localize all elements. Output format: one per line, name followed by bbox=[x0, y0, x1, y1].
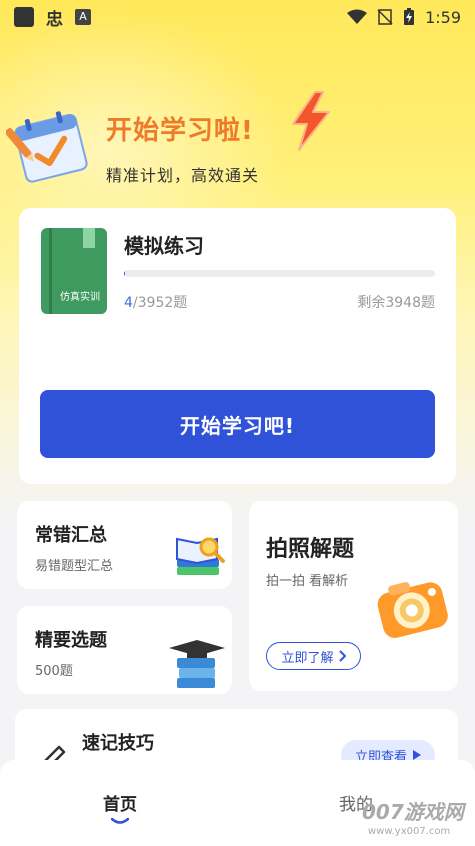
status-time: 1:59 bbox=[425, 7, 461, 27]
key-questions-tile[interactable]: 精要选题 500题 bbox=[17, 606, 232, 694]
book-cover-icon: 仿真实训 bbox=[41, 228, 107, 314]
progress-count: 4/3952题 bbox=[124, 292, 187, 312]
tab-home[interactable]: 首页 bbox=[80, 760, 160, 830]
common-errors-subtitle: 易错题型汇总 bbox=[35, 559, 114, 574]
learn-more-label: 立即了解 bbox=[281, 650, 334, 666]
photo-solve-title: 拍照解题 bbox=[266, 537, 355, 562]
memory-tips-title: 速记技巧 bbox=[82, 733, 154, 754]
progress-bar bbox=[124, 270, 435, 277]
book-label: 仿真实训 bbox=[60, 292, 100, 303]
hero-title: 开始学习啦! bbox=[106, 116, 254, 146]
calendar-check-icon bbox=[6, 111, 88, 183]
chevron-right-icon bbox=[338, 650, 346, 662]
lightning-bolt-icon bbox=[292, 91, 330, 151]
a-badge-icon: A bbox=[75, 9, 91, 25]
practice-card: 仿真实训 模拟练习 4/3952题 剩余3948题 开始学习吧! bbox=[19, 208, 456, 484]
remaining-count: 剩余3948题 bbox=[357, 295, 435, 311]
tab-home-label: 首页 bbox=[103, 795, 137, 815]
learn-more-button[interactable]: 立即了解 bbox=[266, 642, 361, 670]
play-arrow-icon bbox=[413, 750, 421, 760]
active-tab-indicator bbox=[111, 818, 129, 824]
status-bar: 忠 A 1:59 bbox=[0, 0, 475, 34]
watermark-logo: 007游戏网 bbox=[362, 800, 464, 824]
key-questions-subtitle: 500题 bbox=[35, 664, 73, 679]
app-square-icon bbox=[14, 7, 34, 27]
wifi-icon bbox=[347, 9, 368, 24]
photo-solve-tile[interactable]: 拍照解题 拍一拍 看解析 立即了解 bbox=[249, 501, 458, 691]
progress-total: /3952题 bbox=[132, 295, 188, 311]
books-graduation-cap-icon bbox=[169, 640, 225, 688]
camera-icon bbox=[377, 582, 448, 638]
book-magnifier-icon bbox=[176, 537, 225, 575]
photo-solve-subtitle: 拍一拍 看解析 bbox=[266, 574, 349, 589]
app-notification-icon: 忠 bbox=[46, 9, 63, 30]
battery-charging-icon bbox=[404, 8, 415, 25]
key-questions-title: 精要选题 bbox=[35, 630, 107, 651]
watermark-url: www.yx007.com bbox=[368, 826, 451, 837]
hero-subtitle: 精准计划，高效通关 bbox=[106, 166, 260, 185]
practice-title: 模拟练习 bbox=[124, 234, 204, 258]
common-errors-tile[interactable]: 常错汇总 易错题型汇总 bbox=[17, 501, 232, 589]
progress-done: 4 bbox=[124, 295, 133, 311]
no-signal-icon bbox=[377, 9, 393, 25]
common-errors-title: 常错汇总 bbox=[35, 525, 107, 546]
start-learning-button[interactable]: 开始学习吧! bbox=[40, 390, 435, 458]
